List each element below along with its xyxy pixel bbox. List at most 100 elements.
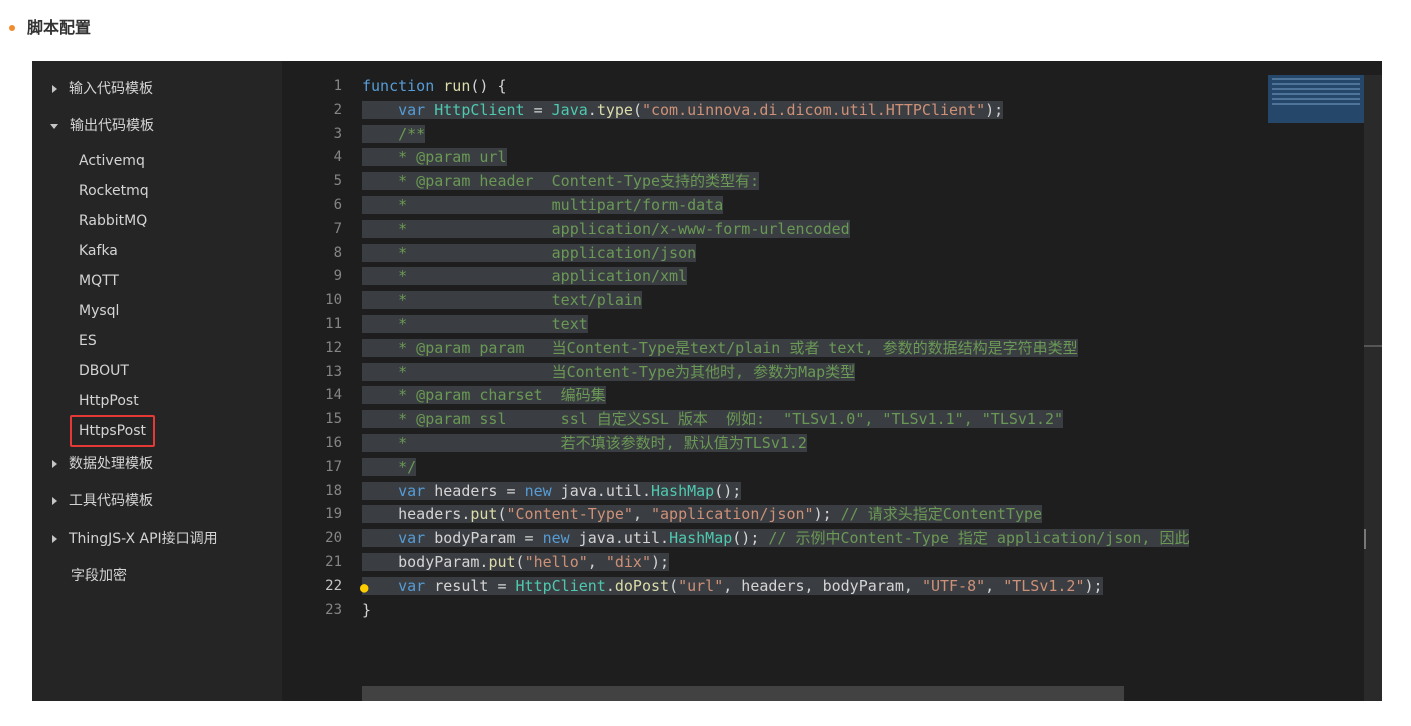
tree-item-httppost[interactable]: HttpPost: [79, 388, 139, 414]
code-line[interactable]: */: [362, 456, 1262, 480]
line-number: 7: [333, 220, 342, 237]
tree-item-label: Rocketmq: [79, 183, 149, 199]
code-content[interactable]: function run() { var HttpClient = Java.t…: [360, 75, 1262, 623]
line-number: 6: [333, 196, 342, 213]
line-number: 23: [325, 601, 342, 618]
code-line-text: * multipart/form-data: [362, 195, 724, 214]
code-line[interactable]: * @param header Content-Type支持的类型有:: [362, 170, 1262, 194]
code-line-text: */: [362, 457, 417, 476]
chevron-down-icon: [50, 123, 58, 129]
tree-item-label: DBOUT: [79, 363, 129, 379]
scrollbar-marker: [1364, 345, 1382, 347]
code-line[interactable]: var headers = new java.util.HashMap();: [362, 480, 1262, 504]
code-line[interactable]: headers.put("Content-Type", "application…: [362, 503, 1262, 527]
line-number: 17: [325, 458, 342, 475]
code-line[interactable]: var bodyParam = new java.util.HashMap();…: [362, 527, 1262, 551]
code-line[interactable]: * text/plain: [362, 289, 1262, 313]
lightbulb-icon[interactable]: ●: [360, 577, 368, 601]
section-title: 脚本配置: [27, 18, 92, 37]
line-number: 12: [325, 339, 342, 356]
code-line-text: }: [362, 600, 372, 619]
code-editor[interactable]: 1 2 3 4 5 6 7 8 9 10 11 12 13 14 15 16 17 18 19 20 21 22 23 fu…: [282, 61, 1382, 701]
tree-folder-output-templates[interactable]: 输出代码模板: [50, 113, 154, 139]
line-number: 20: [325, 530, 342, 547]
line-number: 14: [325, 387, 342, 404]
template-tree: 输入代码模板 输出代码模板 Activemq Rocketmq RabbitMQ…: [32, 61, 282, 701]
code-line-text: * text/plain: [362, 291, 642, 310]
line-number: 18: [325, 482, 342, 499]
tree-item-label: ES: [79, 333, 97, 349]
tree-item-dbout[interactable]: DBOUT: [79, 358, 129, 384]
code-line-text: * @param url: [362, 148, 507, 167]
line-number: 1: [333, 78, 342, 94]
code-line[interactable]: * @param ssl ssl 自定义SSL 版本 例如: "TLSv1.0"…: [362, 408, 1262, 432]
tree-item-httpspost[interactable]: HttpsPost: [79, 418, 146, 444]
code-line-text: * text: [362, 314, 588, 333]
tree-item-label: 字段加密: [71, 568, 127, 584]
code-line-text: function run() {: [362, 77, 507, 95]
code-line[interactable]: * application/json: [362, 242, 1262, 266]
tree-item-label: 工具代码模板: [69, 493, 153, 509]
code-line[interactable]: * application/xml: [362, 265, 1262, 289]
tree-item-mysql[interactable]: Mysql: [79, 298, 119, 324]
code-line[interactable]: /**: [362, 123, 1262, 147]
code-line-text: var bodyParam = new java.util.HashMap();…: [362, 529, 1190, 548]
code-line-text: * 若不填该参数时, 默认值为TLSv1.2: [362, 433, 807, 452]
tree-folder-input-templates[interactable]: 输入代码模板: [50, 76, 153, 102]
tree-folder-thingjs-api[interactable]: ThingJS-X API接口调用: [50, 526, 218, 552]
code-line-text: bodyParam.put("hello", "dix");: [362, 552, 670, 571]
tree-item-label: RabbitMQ: [79, 213, 148, 229]
tree-item-kafka[interactable]: Kafka: [79, 238, 118, 264]
code-line-text: * @param ssl ssl 自定义SSL 版本 例如: "TLSv1.0"…: [362, 410, 1064, 429]
line-number: 4: [333, 149, 342, 166]
line-number: 10: [325, 292, 342, 309]
code-line[interactable]: }: [362, 599, 1262, 623]
chevron-right-icon: [52, 535, 57, 543]
tree-item-field-encryption[interactable]: 字段加密: [50, 563, 127, 589]
line-number: 8: [333, 244, 342, 261]
line-number: 11: [325, 315, 342, 332]
line-number: 5: [333, 173, 342, 190]
tree-item-label: 数据处理模板: [69, 456, 153, 472]
vertical-scrollbar[interactable]: [1364, 75, 1382, 701]
tree-item-label: 输出代码模板: [70, 118, 154, 134]
code-line[interactable]: * 若不填该参数时, 默认值为TLSv1.2: [362, 432, 1262, 456]
line-number-gutter: 1 2 3 4 5 6 7 8 9 10 11 12 13 14 15 16 17 18 19 20 21 22 23: [282, 75, 342, 622]
code-line-text: var HttpClient = Java.type("com.uinnova.…: [362, 100, 1004, 119]
code-line[interactable]: * 当Content-Type为其他时, 参数为Map类型: [362, 361, 1262, 385]
code-line-text: * @param header Content-Type支持的类型有:: [362, 172, 760, 191]
code-line[interactable]: var result = HttpClient.doPost("url", he…: [360, 575, 1262, 601]
code-line[interactable]: * text: [362, 313, 1262, 337]
code-line[interactable]: function run() {: [362, 75, 1262, 99]
line-number: 9: [333, 268, 342, 285]
chevron-right-icon: [52, 460, 57, 468]
horizontal-scrollbar[interactable]: [362, 686, 1124, 701]
code-line[interactable]: * @param url: [362, 146, 1262, 170]
chevron-right-icon: [52, 497, 57, 505]
code-line[interactable]: var HttpClient = Java.type("com.uinnova.…: [362, 99, 1262, 123]
line-number: 19: [325, 506, 342, 523]
code-line[interactable]: * @param param 当Content-Type是text/plain …: [362, 337, 1262, 361]
code-line-text: * application/json: [362, 243, 697, 262]
tree-item-label: HttpsPost: [79, 423, 146, 439]
tree-item-mqtt[interactable]: MQTT: [79, 268, 119, 294]
tree-item-es[interactable]: ES: [79, 328, 97, 354]
code-line[interactable]: * application/x-www-form-urlencoded: [362, 218, 1262, 242]
line-number: 15: [325, 411, 342, 428]
code-minimap[interactable]: [1268, 75, 1364, 123]
tree-folder-data-processing[interactable]: 数据处理模板: [50, 451, 153, 477]
code-line[interactable]: bodyParam.put("hello", "dix");: [362, 551, 1262, 575]
section-dot-icon: [9, 25, 15, 31]
scrollbar-marker: [1364, 529, 1366, 549]
code-line-text: * application/xml: [362, 267, 688, 286]
tree-folder-tool-templates[interactable]: 工具代码模板: [50, 488, 153, 514]
tree-item-rocketmq[interactable]: Rocketmq: [79, 178, 149, 204]
tree-item-activemq[interactable]: Activemq: [79, 148, 145, 174]
code-line[interactable]: * @param charset 编码集: [362, 384, 1262, 408]
code-line[interactable]: * multipart/form-data: [362, 194, 1262, 218]
tree-item-rabbitmq[interactable]: RabbitMQ: [79, 208, 147, 234]
code-line-text: var headers = new java.util.HashMap();: [362, 481, 742, 500]
line-number: 16: [325, 434, 342, 451]
line-number: 2: [333, 101, 342, 118]
tree-item-label: HttpPost: [79, 393, 139, 409]
